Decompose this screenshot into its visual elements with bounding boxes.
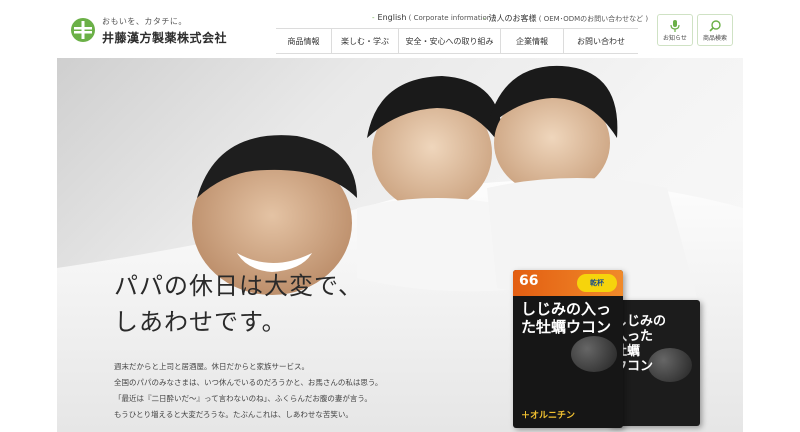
product-band-number: 66	[519, 273, 539, 289]
corporate-link-label: 法人のお客様	[488, 14, 537, 23]
product-sub: ＋オルニチン	[521, 411, 576, 421]
product-package: 66 乾杯 しじみの入った牡蠣ウコン ＋オルニチン	[513, 270, 623, 428]
logo-tagline: おもいを、カタチに。	[102, 17, 187, 26]
search-icon	[709, 20, 721, 32]
nav-products[interactable]: 商品情報	[276, 29, 331, 53]
nav-safety[interactable]: 安全・安心への取り組み	[398, 29, 500, 53]
logo-mark-icon	[71, 18, 95, 42]
logo-company-name: 井藤漢方製薬株式会社	[102, 31, 228, 45]
hero-body-copy: 週末だからと上司と居酒屋。休日だからと家族サービス。 全国のパパのみなさまは、い…	[114, 359, 382, 423]
product-band: 66 乾杯	[513, 270, 623, 296]
english-link-label: English	[377, 13, 407, 22]
hero-headline: パパの休日は大変で、 しあわせです。	[114, 268, 363, 340]
product-title: しじみの入った牡蠣ウコン	[521, 300, 612, 336]
corporate-customers-link[interactable]: - 法人のお客様 ( OEM･ODMのお問い合わせなど )	[483, 13, 648, 24]
corporate-link-note: ( OEM･ODMのお問い合わせなど )	[538, 15, 649, 23]
logo[interactable]: おもいを、カタチに。 井藤漢方製薬株式会社	[70, 14, 230, 48]
nav-enjoy-learn[interactable]: 楽しむ・学ぶ	[331, 29, 398, 53]
nav-contact[interactable]: お問い合わせ	[563, 29, 638, 53]
body-line-2: 全国のパパのみなさまは、いつ休んでいるのだろうかと、お馬さんの私は思う。	[114, 378, 383, 387]
microphone-icon	[670, 20, 680, 32]
news-button-label: お知らせ	[663, 35, 687, 42]
product-badge: 乾杯	[577, 274, 617, 292]
body-line-3: 「最近は『二日酔いだ〜』って言わないのね」、ふくらんだお腹の妻が言う。	[114, 394, 372, 403]
body-line-1: 週末だからと上司と居酒屋。休日だからと家族サービス。	[114, 362, 309, 371]
headline-line-1: パパの休日は大変で、	[114, 272, 364, 300]
product-search-label: 商品検索	[702, 35, 727, 42]
headline-line-2: しあわせです。	[114, 308, 287, 336]
global-nav: 商品情報 楽しむ・学ぶ 安全・安心への取り組み 企業情報 お問い合わせ	[276, 28, 638, 54]
dash-icon: -	[372, 14, 375, 22]
nav-company[interactable]: 企業情報	[500, 29, 563, 53]
dash-icon: -	[483, 15, 486, 23]
english-link[interactable]: - English ( Corporate information )	[372, 13, 496, 22]
news-button[interactable]: お知らせ	[657, 14, 693, 46]
product-search-button[interactable]: 商品検索	[697, 14, 733, 46]
body-line-4: もうひとり増えると大変だろうな。たぶんこれは、しあわせな苦笑い。	[114, 410, 353, 419]
